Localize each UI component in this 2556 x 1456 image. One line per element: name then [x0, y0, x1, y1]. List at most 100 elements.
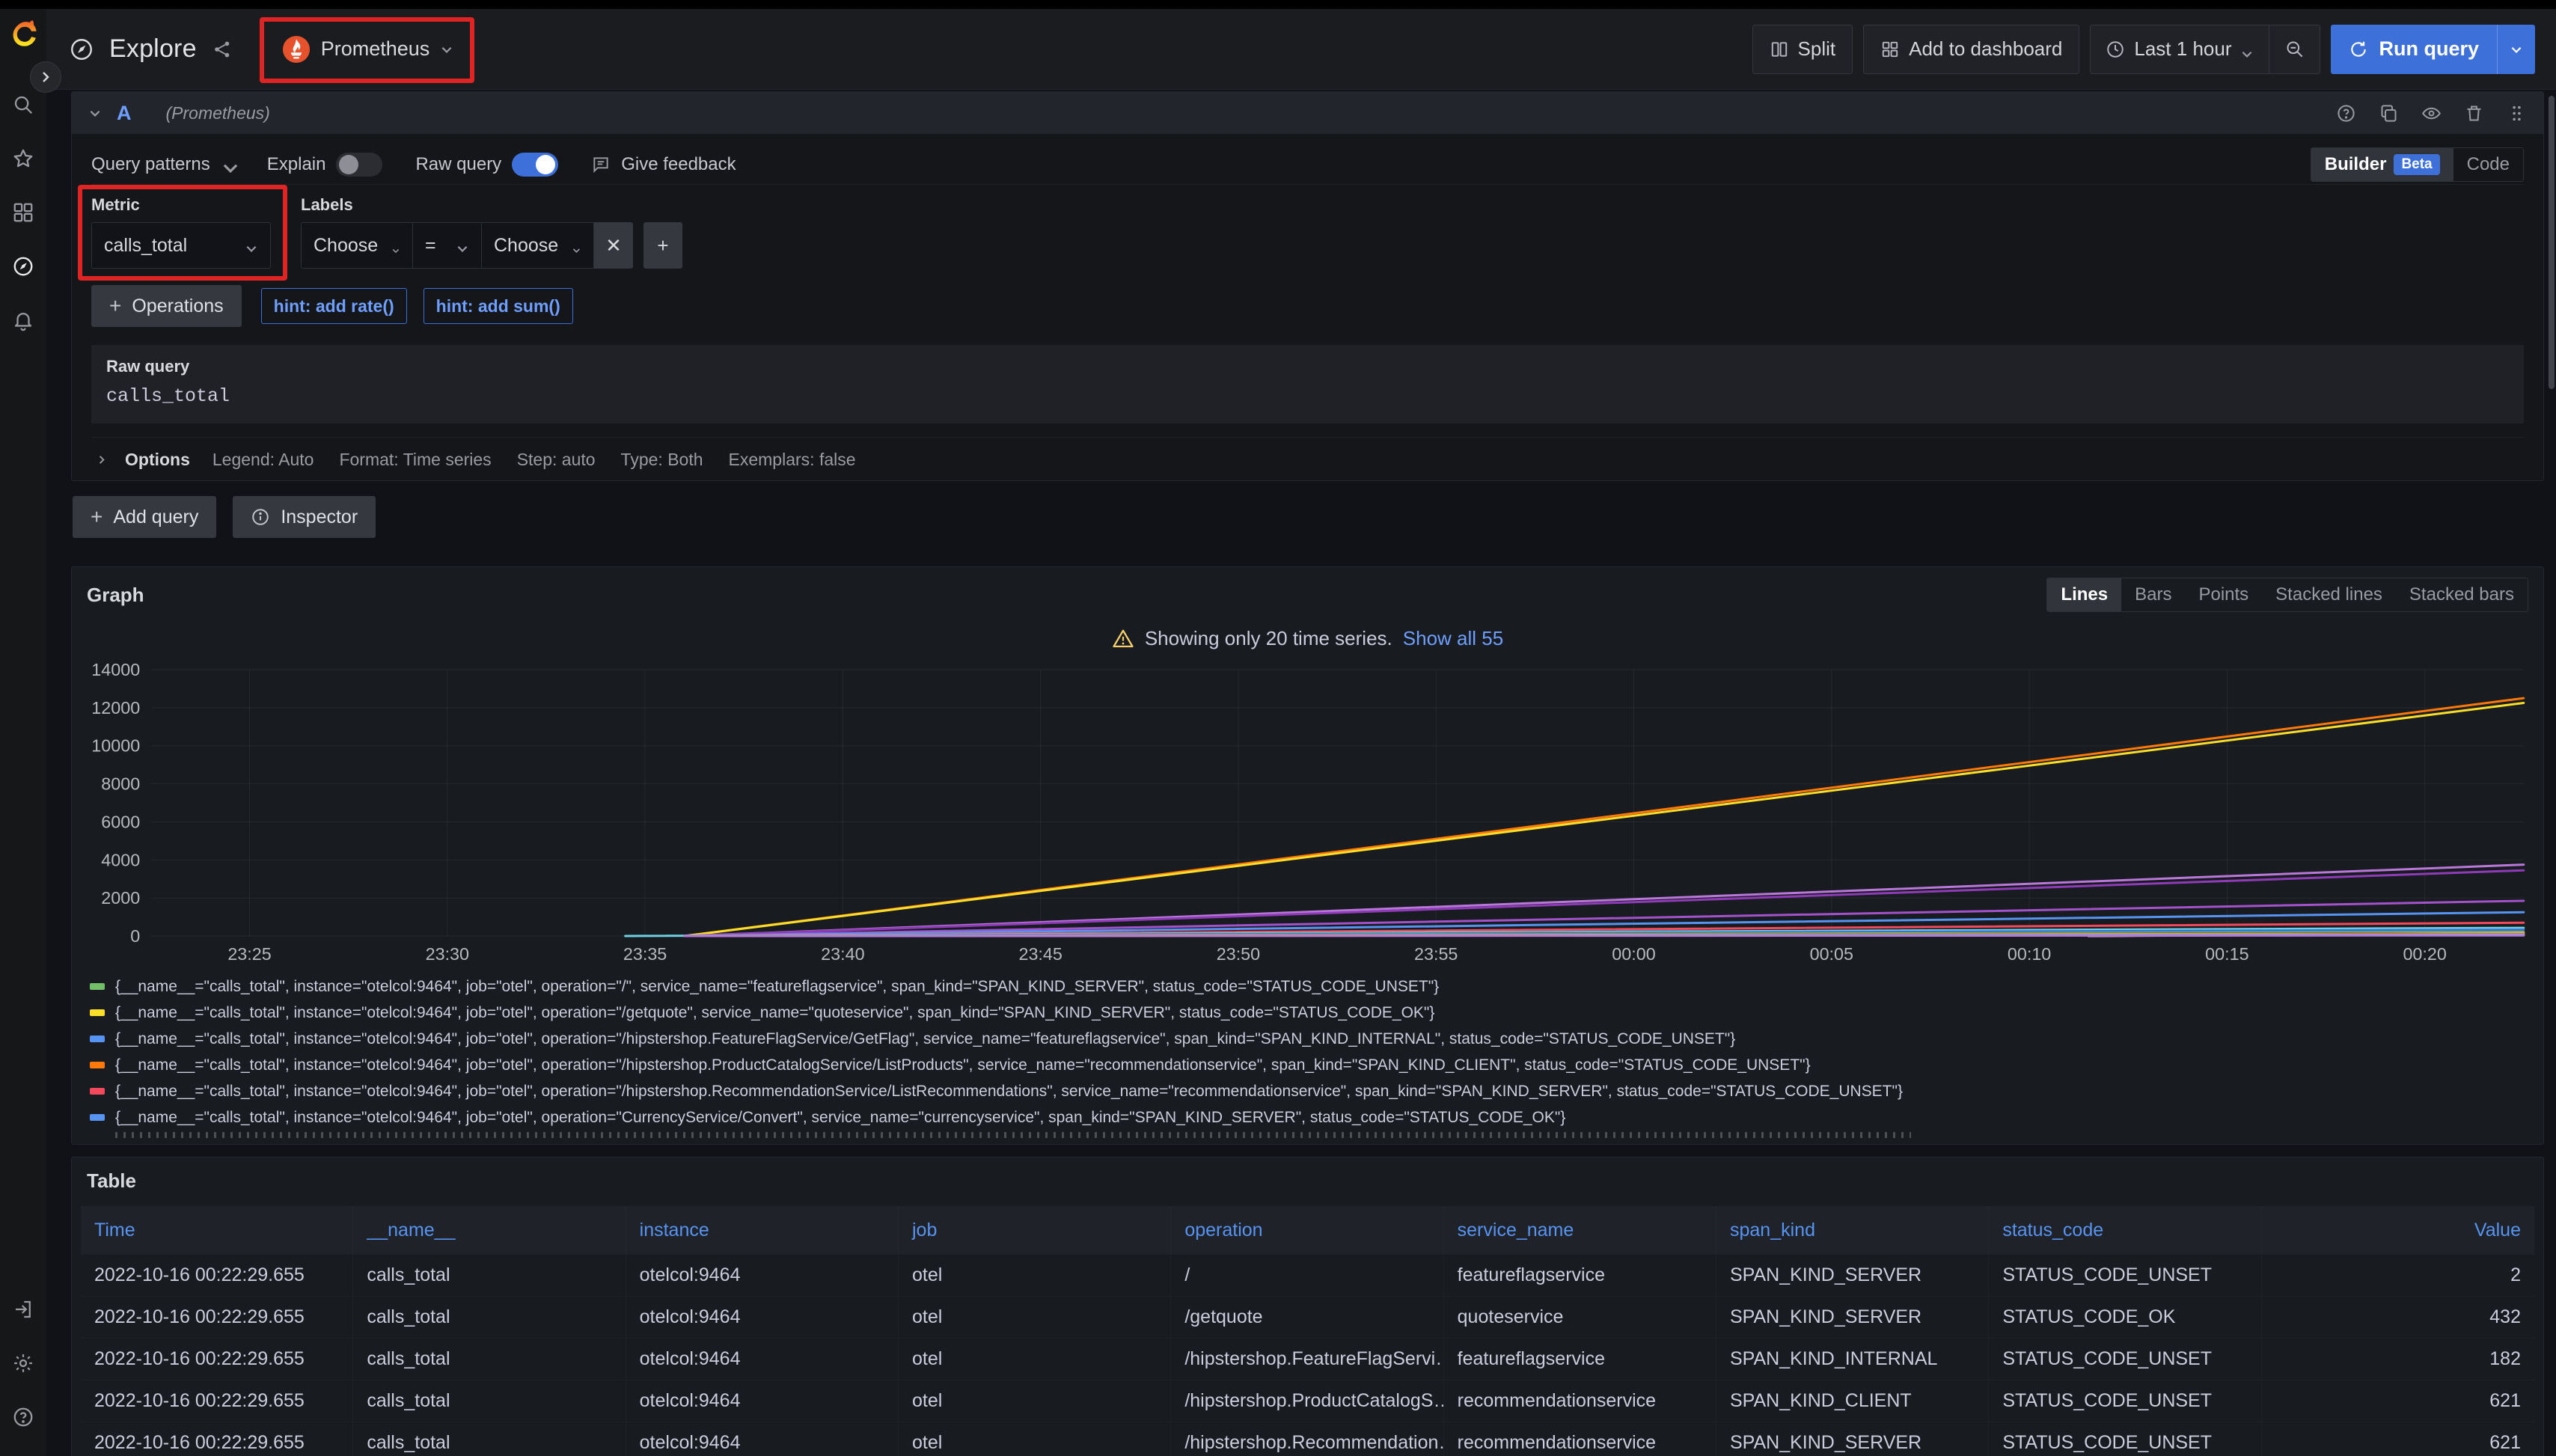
legend-item[interactable]: {__name__="calls_total", instance="otelc…	[90, 1052, 2543, 1078]
show-all-series-link[interactable]: Show all 55	[1403, 627, 1503, 650]
table-cell: SPAN_KIND_SERVER	[1716, 1296, 1989, 1338]
table-cell: SPAN_KIND_INTERNAL	[1716, 1338, 1989, 1380]
svg-text:23:35: 23:35	[623, 944, 667, 964]
code-tab[interactable]: Code	[2453, 148, 2523, 181]
time-range-picker[interactable]: Last 1 hour	[2091, 25, 2269, 73]
run-query-caret[interactable]	[2497, 25, 2535, 74]
table-cell: 2022-10-16 00:22:29.655	[81, 1422, 353, 1456]
give-feedback-link[interactable]: Give feedback	[591, 154, 736, 175]
legend-item[interactable]: {__name__="calls_total", instance="otelc…	[90, 1000, 2543, 1026]
table-cell: 2022-10-16 00:22:29.655	[81, 1380, 353, 1422]
legend-label: {__name__="calls_total", instance="otelc…	[115, 1109, 1565, 1127]
collapse-chevron-icon[interactable]	[88, 106, 102, 120]
raw-query-toggle[interactable]	[512, 153, 558, 177]
nav-sidebar	[0, 9, 46, 1456]
duplicate-query-icon[interactable]	[2379, 103, 2399, 123]
column-header-status-code[interactable]: status_code	[1989, 1206, 2261, 1254]
svg-text:00:00: 00:00	[1612, 944, 1655, 964]
options-toggle[interactable]: Options	[125, 450, 190, 470]
table-row: 2022-10-16 00:22:29.655calls_totalotelco…	[81, 1254, 2534, 1296]
query-editor-body: Query patterns Explain Raw query	[72, 134, 2543, 480]
graph-mode-points[interactable]: Points	[2185, 578, 2262, 611]
plus-icon: +	[109, 294, 121, 318]
column-header-instance[interactable]: instance	[626, 1206, 899, 1254]
query-hint-hint-add-rate-[interactable]: hint: add rate()	[261, 288, 407, 324]
legend-item[interactable]: {__name__="calls_total", instance="otelc…	[90, 1078, 2543, 1104]
table-cell: otel	[899, 1254, 1171, 1296]
chevron-down-icon	[440, 43, 453, 56]
graph-mode-stacked-lines[interactable]: Stacked lines	[2262, 578, 2396, 611]
time-series-chart[interactable]: 0200040006000800010000120001400023:2523:…	[81, 662, 2534, 964]
add-to-dashboard-button[interactable]: Add to dashboard	[1863, 25, 2079, 74]
explain-toggle[interactable]	[336, 153, 382, 177]
add-operations-button[interactable]: + Operations	[91, 285, 242, 327]
comment-icon	[591, 155, 611, 174]
graph-mode-switch: LinesBarsPointsStacked linesStacked bars	[2046, 578, 2528, 612]
alerting-bell-icon[interactable]	[12, 309, 34, 331]
query-patterns-dropdown[interactable]: Query patterns	[91, 154, 234, 175]
table-cell: /hipstershop.FeatureFlagServi…	[1171, 1338, 1443, 1380]
label-value-select[interactable]: Choose	[482, 222, 594, 269]
zoom-out-time-button[interactable]	[2269, 25, 2320, 73]
label-key-select[interactable]: Choose	[301, 222, 413, 269]
table-cell: calls_total	[353, 1380, 626, 1422]
graph-mode-lines[interactable]: Lines	[2047, 578, 2121, 611]
legend-label: {__name__="calls_total", instance="otelc…	[115, 1004, 1434, 1022]
search-icon[interactable]	[12, 94, 34, 116]
hide-response-eye-icon[interactable]	[2421, 103, 2442, 123]
legend-color-marker	[90, 1114, 105, 1121]
add-query-button[interactable]: + Add query	[73, 496, 216, 538]
query-hint-hint-add-sum-[interactable]: hint: add sum()	[424, 288, 573, 324]
query-actions: + Add query Inspector	[73, 496, 2544, 538]
svg-text:23:45: 23:45	[1018, 944, 1062, 964]
table-cell: 2022-10-16 00:22:29.655	[81, 1254, 353, 1296]
legend-item[interactable]: {__name__="calls_total", instance="otelc…	[90, 1026, 2543, 1052]
svg-text:14000: 14000	[91, 662, 140, 679]
query-row-header[interactable]: A (Prometheus)	[72, 92, 2543, 134]
query-ref-id[interactable]: A	[117, 102, 132, 125]
column-header--name-[interactable]: __name__	[353, 1206, 626, 1254]
beta-badge: Beta	[2394, 154, 2439, 175]
graph-mode-stacked-bars[interactable]: Stacked bars	[2396, 578, 2528, 611]
sidebar-expand-button[interactable]	[30, 61, 61, 93]
options-summary: Legend: AutoFormat: Time seriesStep: aut…	[213, 450, 856, 470]
remove-label-button[interactable]: ✕	[594, 222, 633, 269]
column-header-service-name[interactable]: service_name	[1444, 1206, 1716, 1254]
legend-item[interactable]: {__name__="calls_total", instance="otelc…	[90, 973, 2543, 1000]
clipped-legend-row	[115, 1132, 1911, 1138]
explore-compass-icon[interactable]	[12, 255, 34, 278]
plus-icon: +	[657, 234, 668, 257]
explain-toggle-group: Explain	[267, 153, 383, 177]
vertical-scrollbar-thumb[interactable]	[2549, 96, 2555, 389]
query-help-icon[interactable]	[2336, 103, 2356, 123]
inspector-button[interactable]: Inspector	[233, 496, 376, 538]
graph-mode-bars[interactable]: Bars	[2121, 578, 2185, 611]
datasource-picker[interactable]: Prometheus	[267, 25, 469, 74]
drag-handle-icon[interactable]	[2507, 103, 2527, 123]
metric-select[interactable]: calls_total	[91, 222, 271, 269]
label-operator-select[interactable]: =	[413, 222, 482, 269]
option-summary-item: Step: auto	[517, 450, 596, 470]
favorites-star-icon[interactable]	[12, 147, 34, 170]
builder-tab[interactable]: Builder Beta	[2311, 148, 2453, 181]
run-query-button[interactable]: Run query	[2331, 25, 2535, 74]
column-header-operation[interactable]: operation	[1171, 1206, 1443, 1254]
column-header-job[interactable]: job	[899, 1206, 1171, 1254]
remove-query-trash-icon[interactable]	[2464, 103, 2484, 123]
dashboards-icon[interactable]	[12, 201, 34, 224]
split-button[interactable]: Split	[1752, 25, 1853, 74]
column-header-value[interactable]: Value	[2262, 1206, 2534, 1254]
help-icon[interactable]	[12, 1406, 34, 1428]
svg-text:12000: 12000	[91, 698, 140, 718]
share-icon[interactable]	[212, 39, 233, 60]
builder-code-switch: Builder Beta Code	[2311, 147, 2524, 182]
graph-panel: Graph LinesBarsPointsStacked linesStacke…	[71, 566, 2544, 1145]
svg-text:4000: 4000	[101, 850, 140, 869]
legend-item[interactable]: {__name__="calls_total", instance="otelc…	[90, 1104, 2543, 1131]
column-header-span-kind[interactable]: span_kind	[1716, 1206, 1989, 1254]
settings-gear-icon[interactable]	[12, 1352, 34, 1374]
add-label-button[interactable]: +	[643, 222, 682, 269]
column-header-time[interactable]: Time	[81, 1206, 353, 1254]
grafana-logo[interactable]	[7, 16, 40, 49]
sign-in-icon[interactable]	[12, 1298, 34, 1321]
